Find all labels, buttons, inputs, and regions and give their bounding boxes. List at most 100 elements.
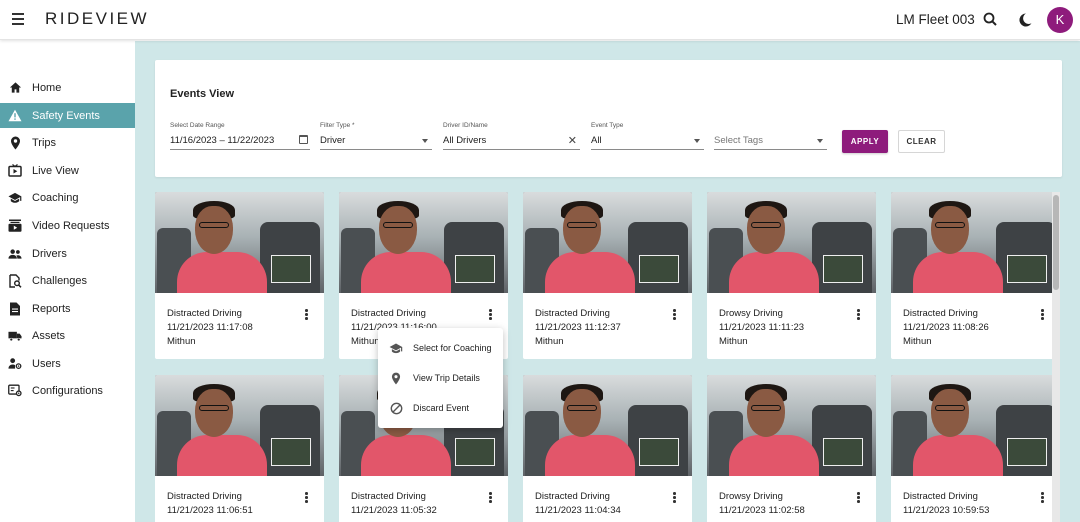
sidebar-item-drivers[interactable]: Drivers xyxy=(0,241,135,266)
brand-logo[interactable]: RIDEVIEW xyxy=(45,9,149,29)
tags-select[interactable]: Select Tags xyxy=(714,122,827,150)
event-timestamp: 11/21/2023 11:05:32 xyxy=(351,505,437,516)
field-placeholder: Select Tags xyxy=(714,135,763,146)
chevron-down-icon xyxy=(422,139,428,143)
event-card[interactable]: Distracted Driving 11/21/2023 11:12:37 Mit… xyxy=(523,192,692,359)
more-options-icon[interactable] xyxy=(669,490,679,504)
challenge-search-icon xyxy=(8,273,22,288)
apply-button[interactable]: APPLY xyxy=(842,130,888,153)
more-options-icon[interactable] xyxy=(669,307,679,321)
menu-item-select-for-coaching[interactable]: Select for Coaching xyxy=(378,333,503,363)
scrollbar-thumb[interactable] xyxy=(1053,195,1059,290)
page-title: Events View xyxy=(170,88,234,100)
more-options-icon[interactable] xyxy=(485,307,495,321)
event-type: Distracted Driving xyxy=(167,308,242,319)
hamburger-menu-icon[interactable] xyxy=(10,10,28,28)
sidebar-item-label: Users xyxy=(32,357,61,370)
event-driver: Mithun xyxy=(903,336,932,347)
top-bar: RIDEVIEW LM Fleet 003 K xyxy=(0,0,1080,40)
event-type: Drowsy Driving xyxy=(719,308,783,319)
date-range-field[interactable]: Select Date Range 11/16/2023 – 11/22/202… xyxy=(170,122,310,150)
sidebar-item-label: Configurations xyxy=(32,384,103,397)
sidebar-item-coaching[interactable]: Coaching xyxy=(0,185,135,210)
filter-panel: Events View Select Date Range 11/16/2023… xyxy=(155,60,1062,177)
chevron-down-icon xyxy=(817,139,823,143)
field-value: 11/16/2023 – 11/22/2023 xyxy=(170,135,275,146)
event-video-thumbnail[interactable] xyxy=(155,192,324,293)
sidebar: Home Safety Events Trips Live View Coach… xyxy=(0,41,135,522)
user-avatar[interactable]: K xyxy=(1047,7,1073,33)
filter-type-select[interactable]: Filter Type * Driver xyxy=(320,122,432,150)
dark-mode-icon[interactable] xyxy=(1015,10,1035,30)
sidebar-item-trips[interactable]: Trips xyxy=(0,130,135,155)
truck-icon xyxy=(8,329,22,343)
event-video-thumbnail[interactable] xyxy=(707,192,876,293)
fleet-name[interactable]: LM Fleet 003 xyxy=(896,12,975,27)
event-type: Distracted Driving xyxy=(167,491,242,502)
more-options-icon[interactable] xyxy=(301,307,311,321)
event-card[interactable]: Drowsy Driving 11/21/2023 11:02:58 xyxy=(707,375,876,522)
event-video-thumbnail[interactable] xyxy=(339,192,508,293)
sidebar-item-label: Assets xyxy=(32,329,66,342)
event-card[interactable]: Distracted Driving 11/21/2023 10:59:53 xyxy=(891,375,1060,522)
event-card[interactable]: Distracted Driving 11/21/2023 11:17:08 Mit… xyxy=(155,192,324,359)
event-card[interactable]: Distracted Driving 11/21/2023 11:06:51 xyxy=(155,375,324,522)
menu-item-label: Discard Event xyxy=(413,403,470,413)
event-timestamp: 11/21/2023 11:08:26 xyxy=(903,322,989,333)
event-driver: Mithun xyxy=(167,336,196,347)
event-type: Distracted Driving xyxy=(351,491,426,502)
event-card[interactable]: Distracted Driving 11/21/2023 11:04:34 xyxy=(523,375,692,522)
sidebar-item-users[interactable]: Users xyxy=(0,351,135,376)
sidebar-item-configurations[interactable]: Configurations xyxy=(0,378,135,403)
event-video-thumbnail[interactable] xyxy=(523,375,692,476)
settings-list-icon xyxy=(8,384,22,398)
sidebar-item-home[interactable]: Home xyxy=(0,75,135,100)
live-tv-icon xyxy=(8,164,22,178)
menu-item-view-trip-details[interactable]: View Trip Details xyxy=(378,363,503,393)
event-timestamp: 11/21/2023 11:06:51 xyxy=(167,505,253,516)
graduation-cap-icon xyxy=(8,191,22,205)
clear-icon[interactable]: ✕ xyxy=(568,134,577,147)
menu-item-discard-event[interactable]: Discard Event xyxy=(378,393,503,423)
scrollbar[interactable] xyxy=(1052,192,1060,522)
sidebar-item-assets[interactable]: Assets xyxy=(0,323,135,348)
event-video-thumbnail[interactable] xyxy=(707,375,876,476)
sidebar-item-live-view[interactable]: Live View xyxy=(0,158,135,183)
more-options-icon[interactable] xyxy=(853,307,863,321)
clear-button[interactable]: CLEAR xyxy=(898,130,945,153)
driver-select[interactable]: Driver ID/Name All Drivers ✕ xyxy=(443,122,580,150)
event-type: Distracted Driving xyxy=(903,308,978,319)
more-options-icon[interactable] xyxy=(1037,307,1047,321)
event-video-thumbnail[interactable] xyxy=(155,375,324,476)
more-options-icon[interactable] xyxy=(485,490,495,504)
main-content: Events View Select Date Range 11/16/2023… xyxy=(135,41,1080,522)
field-label: Select Date Range xyxy=(170,122,225,129)
event-timestamp: 11/21/2023 11:04:34 xyxy=(535,505,621,516)
sidebar-item-label: Live View xyxy=(32,164,79,177)
field-value: Driver xyxy=(320,135,346,146)
more-options-icon[interactable] xyxy=(1037,490,1047,504)
sidebar-item-label: Drivers xyxy=(32,247,67,260)
calendar-icon[interactable] xyxy=(299,135,308,144)
more-options-icon[interactable] xyxy=(301,490,311,504)
sidebar-item-challenges[interactable]: Challenges xyxy=(0,268,135,293)
sidebar-item-label: Coaching xyxy=(32,191,79,204)
sidebar-item-video-requests[interactable]: Video Requests xyxy=(0,213,135,238)
event-video-thumbnail[interactable] xyxy=(891,192,1060,293)
field-value: All xyxy=(591,135,602,146)
sidebar-item-label: Safety Events xyxy=(32,109,100,122)
sidebar-item-reports[interactable]: Reports xyxy=(0,296,135,321)
sidebar-item-label: Video Requests xyxy=(32,219,110,232)
location-pin-icon xyxy=(389,371,403,385)
event-video-thumbnail[interactable] xyxy=(891,375,1060,476)
sidebar-item-safety-events[interactable]: Safety Events xyxy=(0,103,135,128)
search-icon[interactable] xyxy=(981,10,1001,30)
event-video-thumbnail[interactable] xyxy=(523,192,692,293)
more-options-icon[interactable] xyxy=(853,490,863,504)
event-type: Distracted Driving xyxy=(903,491,978,502)
event-card[interactable]: Distracted Driving 11/21/2023 11:08:26 Mit… xyxy=(891,192,1060,359)
event-card[interactable]: Drowsy Driving 11/21/2023 11:11:23 Mithun xyxy=(707,192,876,359)
event-type-select[interactable]: Event Type All xyxy=(591,122,704,150)
sidebar-item-label: Challenges xyxy=(32,274,88,287)
event-timestamp: 11/21/2023 11:11:23 xyxy=(719,322,805,333)
